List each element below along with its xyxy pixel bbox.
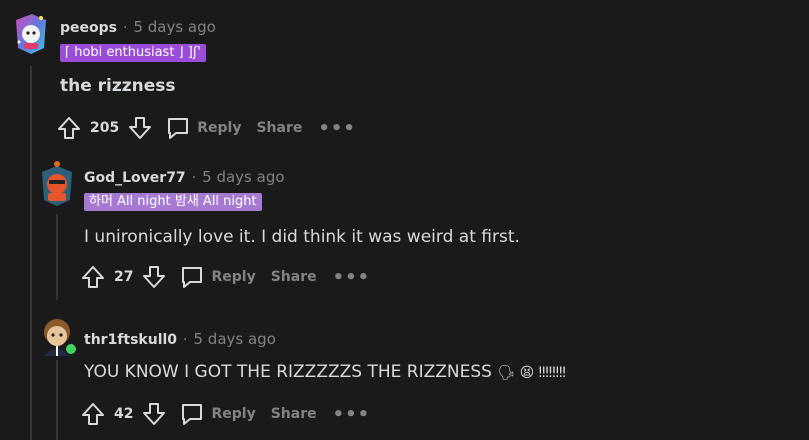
comment-body-text: YOU KNOW I GOT THE RIZZZZZS THE RIZZNESS bbox=[84, 362, 492, 382]
thread-line-level-2[interactable] bbox=[56, 214, 58, 300]
comment-body: I unironically love it. I did think it w… bbox=[84, 227, 520, 247]
more-options-icon[interactable]: ••• bbox=[333, 404, 371, 425]
downvote-icon[interactable] bbox=[127, 115, 153, 141]
meta-separator: · bbox=[122, 20, 128, 36]
share-button[interactable]: Share bbox=[271, 269, 317, 285]
reply-bubble-icon[interactable] bbox=[165, 115, 191, 141]
avatar-image bbox=[42, 161, 72, 206]
online-status-dot bbox=[64, 342, 78, 356]
upvote-icon[interactable] bbox=[56, 115, 82, 141]
thread-line-level-2b[interactable] bbox=[56, 360, 58, 440]
more-options-icon[interactable]: ••• bbox=[318, 118, 356, 139]
reply-bubble-icon[interactable] bbox=[179, 264, 205, 290]
upvote-icon[interactable] bbox=[80, 264, 106, 290]
comment-body: the rizzness bbox=[60, 76, 176, 96]
share-button[interactable]: Share bbox=[256, 120, 302, 136]
avatar-image bbox=[16, 14, 46, 54]
thread-line-level-1[interactable] bbox=[30, 66, 32, 440]
avatar[interactable] bbox=[12, 12, 50, 56]
reply-button[interactable]: Reply bbox=[211, 269, 255, 285]
meta-separator: · bbox=[191, 170, 197, 186]
reply-bubble-icon[interactable] bbox=[179, 401, 205, 427]
vote-score: 42 bbox=[114, 406, 134, 422]
avatar[interactable] bbox=[38, 160, 76, 208]
downvote-icon[interactable] bbox=[141, 264, 167, 290]
username[interactable]: thr1ftskull0 bbox=[84, 332, 177, 348]
timestamp[interactable]: 5 days ago bbox=[194, 330, 276, 348]
timestamp[interactable]: 5 days ago bbox=[133, 18, 215, 36]
more-options-icon[interactable]: ••• bbox=[333, 267, 371, 288]
user-flair: ⌈ hobi enthusiast ⌋ ]ʃ' bbox=[60, 44, 206, 62]
comment-actions: 205 Reply Share ••• bbox=[56, 114, 356, 142]
user-flair: 하머 All night 밤새 All night bbox=[84, 193, 262, 211]
comment-body: YOU KNOW I GOT THE RIZZZZZS THE RIZZNESS… bbox=[84, 362, 566, 382]
comment-actions: 27 Reply Share ••• bbox=[80, 263, 370, 291]
username[interactable]: peeops bbox=[60, 20, 117, 36]
comment-emoji-tail: 🗣 😫 ‼‼‼‼ bbox=[497, 365, 566, 381]
upvote-icon[interactable] bbox=[80, 401, 106, 427]
reply-button[interactable]: Reply bbox=[197, 120, 241, 136]
avatar[interactable] bbox=[38, 312, 78, 356]
timestamp[interactable]: 5 days ago bbox=[202, 168, 284, 186]
vote-score: 205 bbox=[90, 120, 120, 136]
comment-actions: 42 Reply Share ••• bbox=[80, 400, 370, 428]
reply-button[interactable]: Reply bbox=[211, 406, 255, 422]
share-button[interactable]: Share bbox=[271, 406, 317, 422]
downvote-icon[interactable] bbox=[141, 401, 167, 427]
username[interactable]: God_Lover77 bbox=[84, 170, 186, 186]
meta-separator: · bbox=[183, 332, 188, 348]
vote-score: 27 bbox=[114, 269, 134, 285]
